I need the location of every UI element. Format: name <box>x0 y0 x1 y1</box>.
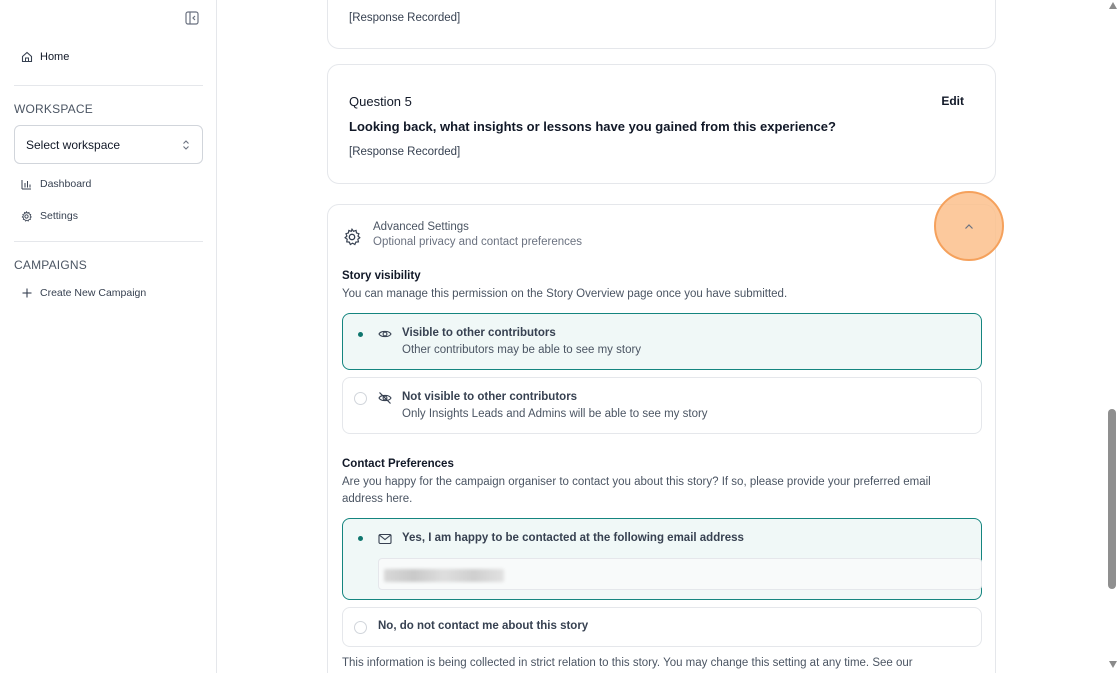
collapse-advanced-button[interactable] <box>934 191 1004 261</box>
create-campaign-link[interactable]: Create New Campaign <box>22 287 146 299</box>
description-line: Are you happy for the campaign organiser… <box>342 476 931 488</box>
option-subtitle: Other contributors may be able to see my… <box>402 344 642 356</box>
bar-chart-icon <box>21 179 31 189</box>
privacy-footer-text: This information is being collected in s… <box>342 657 913 669</box>
scroll-thumb[interactable] <box>1108 409 1116 589</box>
nav-home-label: Home <box>40 51 70 63</box>
question-card-previous: [Response Recorded] <box>327 0 996 49</box>
contact-preferences-label: Contact Preferences <box>342 458 454 470</box>
radio-button[interactable] <box>354 532 367 545</box>
home-icon <box>21 51 33 63</box>
option-title: No, do not contact me about this story <box>378 620 589 632</box>
plus-icon <box>22 288 32 298</box>
scroll-up-arrow-icon[interactable] <box>1109 2 1117 9</box>
sidebar-collapse-icon[interactable] <box>185 11 199 25</box>
question-response: [Response Recorded] <box>349 12 461 24</box>
question-response: [Response Recorded] <box>349 146 461 158</box>
workspace-select[interactable]: Select workspace <box>14 125 203 164</box>
workspace-select-value: Select workspace <box>26 137 121 152</box>
redacted-email <box>384 569 504 582</box>
page-scrollbar[interactable] <box>1106 0 1120 673</box>
sidebar: Home WORKSPACE Select workspace Dashboar… <box>0 0 217 673</box>
main-content: [Response Recorded] Question 5 Edit Look… <box>218 0 1106 673</box>
option-subtitle: Only Insights Leads and Admins will be a… <box>402 408 708 420</box>
advanced-settings-title: Advanced Settings <box>373 221 469 233</box>
eye-icon <box>378 330 392 338</box>
create-campaign-label: Create New Campaign <box>40 287 147 299</box>
edit-button[interactable]: Edit <box>941 94 964 108</box>
gear-icon <box>21 210 32 222</box>
gear-icon <box>344 228 361 246</box>
email-field[interactable] <box>378 558 982 590</box>
option-title: Yes, I am happy to be contacted at the f… <box>402 532 744 544</box>
contact-preferences-description: Are you happy for the campaign organiser… <box>342 474 931 508</box>
chevron-up-icon <box>965 223 973 229</box>
workspace-heading: WORKSPACE <box>14 102 93 116</box>
nav-dashboard-label: Dashboard <box>40 178 92 190</box>
radio-button[interactable] <box>354 621 367 634</box>
nav-home[interactable]: Home <box>21 51 69 63</box>
contact-option-no[interactable]: No, do not contact me about this story <box>342 607 982 647</box>
question-card-5: Question 5 Edit Looking back, what insig… <box>327 64 996 184</box>
advanced-settings-card: Advanced Settings Optional privacy and c… <box>327 204 996 673</box>
option-title: Visible to other contributors <box>402 327 556 339</box>
chevron-up-down-icon <box>183 139 189 150</box>
radio-button[interactable] <box>354 392 367 405</box>
nav-settings[interactable]: Settings <box>21 210 78 222</box>
visibility-option-visible[interactable]: Visible to other contributors Other cont… <box>342 313 982 370</box>
nav-dashboard[interactable]: Dashboard <box>21 178 91 190</box>
question-number: Question 5 <box>349 94 412 109</box>
story-visibility-label: Story visibility <box>342 270 421 282</box>
contact-option-yes[interactable]: Yes, I am happy to be contacted at the f… <box>342 518 982 600</box>
option-title: Not visible to other contributors <box>402 391 578 403</box>
sidebar-divider <box>14 85 203 86</box>
eye-off-icon <box>378 392 392 404</box>
sidebar-divider <box>14 241 203 242</box>
visibility-option-not-visible[interactable]: Not visible to other contributors Only I… <box>342 377 982 434</box>
scroll-down-arrow-icon[interactable] <box>1109 661 1117 668</box>
nav-settings-label: Settings <box>40 210 78 222</box>
story-visibility-description: You can manage this permission on the St… <box>342 288 788 300</box>
advanced-settings-header[interactable]: Advanced Settings Optional privacy and c… <box>343 221 582 248</box>
radio-button[interactable] <box>354 328 367 341</box>
description-line: address here. <box>342 493 413 505</box>
mail-icon <box>378 533 392 545</box>
question-text: Looking back, what insights or lessons h… <box>349 119 836 134</box>
campaigns-heading: CAMPAIGNS <box>14 258 87 272</box>
advanced-settings-subtitle: Optional privacy and contact preferences <box>373 236 583 248</box>
